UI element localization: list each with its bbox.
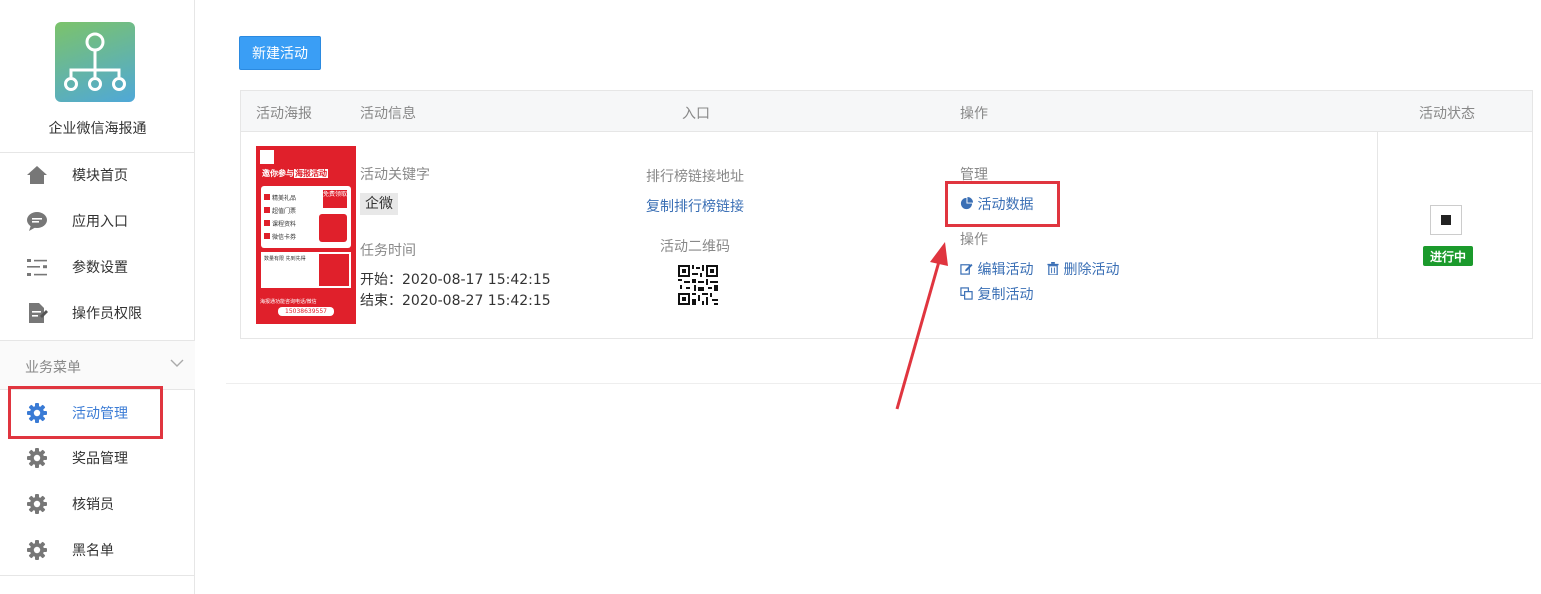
sidebar: 企业微信海报通 模块首页 应用入口 参数设置 操作员权限 业务菜单 活动管理 奖… — [0, 0, 195, 594]
sidebar-item-blacklist[interactable]: 黑名单 — [0, 527, 195, 573]
highlight-box-activity-management — [8, 386, 163, 439]
poster-logo — [260, 150, 274, 164]
stop-icon — [1441, 215, 1451, 225]
chevron-down-icon — [170, 356, 184, 372]
qr-code-label: 活动二维码 — [660, 239, 730, 255]
trash-icon — [1047, 262, 1059, 276]
copy-icon — [960, 287, 973, 300]
poster-headline: 邀你参与海报活动 — [262, 169, 328, 178]
task-time-label: 任务时间 — [360, 243, 416, 259]
edit-icon — [960, 263, 973, 275]
document-edit-icon — [26, 302, 48, 324]
poster-footer-text: 数量有限 先到先得 — [264, 256, 306, 262]
sidebar-item-label: 操作员权限 — [72, 306, 142, 322]
org-chart-icon — [64, 32, 126, 91]
divider — [0, 575, 195, 576]
poster-qr-placeholder — [319, 254, 349, 286]
gear-icon — [26, 539, 48, 561]
highlight-box-activity-data — [945, 181, 1060, 227]
keyword-label: 活动关键字 — [360, 167, 430, 183]
rank-link-label: 排行榜链接地址 — [646, 169, 744, 185]
sidebar-item-label: 奖品管理 — [72, 451, 128, 467]
gear-icon — [26, 493, 48, 515]
poster-phone: 15038639557 — [278, 307, 334, 316]
sidebar-item-label: 黑名单 — [72, 543, 114, 559]
column-header-poster: 活动海报 — [256, 106, 312, 122]
sidebar-item-label: 核销员 — [72, 497, 114, 513]
keyword-tag: 企微 — [360, 193, 398, 215]
copy-rank-link[interactable]: 复制排行榜链接 — [646, 196, 744, 216]
sidebar-item-prize-management[interactable]: 奖品管理 — [0, 435, 195, 481]
status-badge: 进行中 — [1423, 246, 1473, 266]
sidebar-item-operator-permissions[interactable]: 操作员权限 — [0, 290, 195, 336]
poster-contact: 海报通功能咨询电话/微信 — [260, 299, 317, 305]
edit-activity-link[interactable]: 编辑活动 — [960, 259, 1033, 279]
table-header: 活动海报 活动信息 入口 操作 活动状态 — [241, 91, 1532, 132]
stop-activity-button[interactable] — [1430, 205, 1462, 235]
sidebar-item-label: 模块首页 — [72, 168, 128, 184]
sidebar-item-verifier[interactable]: 核销员 — [0, 481, 195, 527]
activity-poster[interactable]: 邀你参与海报活动 精美礼品 超值门票 课程资料 微信卡券 免费领取 数量有限 先… — [256, 146, 356, 324]
poster-items: 精美礼品 超值门票 课程资料 微信卡券 — [264, 192, 296, 244]
activity-table: 活动海报 活动信息 入口 操作 活动状态 邀你参与海报活动 精美礼品 超值门票 … — [240, 90, 1533, 339]
gear-icon — [26, 447, 48, 469]
home-icon — [26, 164, 48, 186]
sidebar-item-settings[interactable]: 参数设置 — [0, 244, 195, 290]
delete-activity-link[interactable]: 删除活动 — [1047, 259, 1119, 279]
copy-activity-link[interactable]: 复制活动 — [960, 284, 1033, 304]
sidebar-group-business-menu[interactable]: 业务菜单 — [0, 340, 195, 390]
column-header-actions: 操作 — [960, 106, 988, 122]
sliders-icon — [26, 256, 48, 278]
end-time: 结束：2020-08-27 15:42:15 — [360, 293, 551, 309]
gift-bag-icon — [319, 214, 347, 242]
poster-badge: 免费领取 — [323, 190, 347, 208]
divider — [1377, 132, 1378, 338]
activity-qr-code[interactable] — [678, 265, 718, 305]
app-name: 企业微信海报通 — [48, 121, 147, 137]
column-header-status: 活动状态 — [1419, 106, 1475, 122]
app-logo — [55, 22, 135, 102]
start-time: 开始：2020-08-17 15:42:15 — [360, 272, 551, 288]
column-header-entry: 入口 — [682, 106, 710, 122]
sidebar-item-label: 参数设置 — [72, 260, 128, 276]
sidebar-item-app-entry[interactable]: 应用入口 — [0, 198, 195, 244]
operations-label: 操作 — [960, 232, 988, 248]
column-header-info: 活动信息 — [360, 106, 416, 122]
sidebar-group-label: 业务菜单 — [25, 360, 81, 376]
new-activity-button[interactable]: 新建活动 — [239, 36, 321, 70]
poster-card: 精美礼品 超值门票 课程资料 微信卡券 免费领取 — [261, 186, 351, 248]
poster-qr-area: 数量有限 先到先得 — [261, 252, 351, 288]
sidebar-item-home[interactable]: 模块首页 — [0, 152, 195, 198]
sidebar-item-label: 应用入口 — [72, 214, 128, 230]
chat-bubble-icon — [26, 210, 48, 232]
